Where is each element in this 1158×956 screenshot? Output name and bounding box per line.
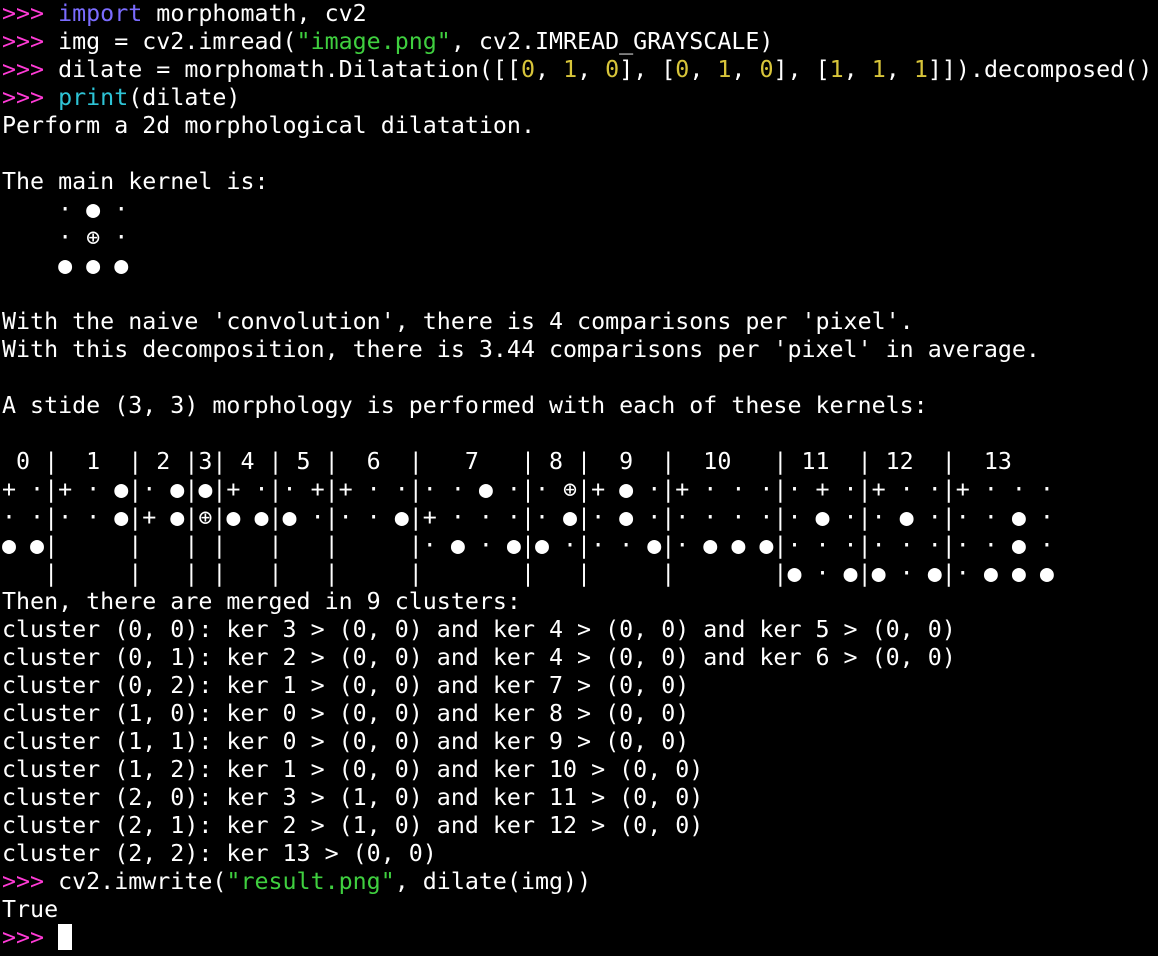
command-line-imread: >>> img = cv2.imread("image.png", cv2.IM… xyxy=(2,28,773,56)
output-naive-comparisons: With the naive 'convolution', there is 4… xyxy=(2,308,914,335)
string-literal: "result.png" xyxy=(226,868,395,895)
command-text: (dilate) xyxy=(128,84,241,111)
kernel-table-row: ● ●| | | | | | |· ● · ●|● ·|· · ●|· ● ● … xyxy=(2,532,1054,559)
prompt: >>> xyxy=(2,924,45,951)
separator: , xyxy=(885,56,914,83)
number-literal: 0 xyxy=(759,56,774,83)
cluster-line: cluster (1, 2): ker 1 > (0, 0) and ker 1… xyxy=(2,756,704,783)
output-main-kernel-heading: The main kernel is: xyxy=(2,168,269,195)
kernel-table-row: · ·|· · ●|+ ●|⊕|● ●|● ·|· · ●|+ · · ·|· … xyxy=(2,504,1054,531)
cluster-line: cluster (0, 2): ker 1 > (0, 0) and ker 7… xyxy=(2,672,690,699)
separator: , xyxy=(577,56,606,83)
string-literal: "image.png" xyxy=(296,28,451,55)
command-text: morphomath, cv2 xyxy=(142,0,367,27)
separator: , xyxy=(843,56,872,83)
command-line-print: >>> print(dilate) xyxy=(2,84,240,112)
number-literal: 0 xyxy=(605,56,620,83)
terminal-window[interactable]: >>> import morphomath, cv2 >>> img = cv2… xyxy=(0,0,1158,956)
cluster-line: cluster (2, 1): ker 2 > (1, 0) and ker 1… xyxy=(2,812,704,839)
command-text: dilate = morphomath.Dilatation([[ xyxy=(44,56,521,83)
prompt: >>> xyxy=(2,868,45,895)
input-line[interactable]: >>> xyxy=(2,924,73,952)
number-literal: 1 xyxy=(717,56,732,83)
kernel-table-row: | | | | | | | | | | |● · ●|● · ●|· ● ● ● xyxy=(2,560,1054,587)
cluster-line: cluster (0, 0): ker 3 > (0, 0) and ker 4… xyxy=(2,616,956,643)
prompt: >>> xyxy=(2,84,45,111)
main-kernel-row: · ● · xyxy=(2,196,129,223)
output-stride-heading: A stide (3, 3) morphology is performed w… xyxy=(2,392,928,419)
command-text: cv2.imwrite( xyxy=(44,868,227,895)
keyword-import: import xyxy=(58,0,143,27)
prompt: >>> xyxy=(2,0,45,27)
output-description: Perform a 2d morphological dilatation. xyxy=(2,112,535,139)
number-literal: 0 xyxy=(675,56,690,83)
builtin-print: print xyxy=(58,84,129,111)
command-line-dilate: >>> dilate = morphomath.Dilatation([[0, … xyxy=(2,56,1152,84)
number-literal: 1 xyxy=(913,56,928,83)
cluster-line: cluster (2, 0): ker 3 > (1, 0) and ker 1… xyxy=(2,784,704,811)
cluster-line: cluster (0, 1): ker 2 > (0, 0) and ker 4… xyxy=(2,644,956,671)
main-kernel-row: ● ● ● xyxy=(2,252,129,279)
command-line-import: >>> import morphomath, cv2 xyxy=(2,0,367,28)
separator: , xyxy=(535,56,564,83)
command-text: , dilate(img)) xyxy=(394,868,592,895)
command-text: , cv2.IMREAD_GRAYSCALE) xyxy=(450,28,774,55)
prompt: >>> xyxy=(2,28,45,55)
prompt: >>> xyxy=(2,56,45,83)
number-literal: 0 xyxy=(520,56,535,83)
separator: ], [ xyxy=(619,56,676,83)
kernel-table-row: + ·|+ · ●|· ●|●|+ ·|· +|+ · ·|· · ● ·|· … xyxy=(2,476,1054,503)
cluster-line: cluster (2, 2): ker 13 > (0, 0) xyxy=(2,840,437,867)
number-literal: 1 xyxy=(871,56,886,83)
command-line-imwrite: >>> cv2.imwrite("result.png", dilate(img… xyxy=(2,868,591,896)
cluster-line: cluster (1, 1): ker 0 > (0, 0) and ker 9… xyxy=(2,728,690,755)
output-decomposition-comparisons: With this decomposition, there is 3.44 c… xyxy=(2,336,1040,363)
main-kernel-row: · ⊕ · xyxy=(2,224,129,251)
output-clusters-heading: Then, there are merged in 9 clusters: xyxy=(2,588,521,615)
command-text: ]]).decomposed() xyxy=(927,56,1153,83)
number-literal: 1 xyxy=(563,56,578,83)
separator: , xyxy=(689,56,718,83)
cluster-line: cluster (1, 0): ker 0 > (0, 0) and ker 8… xyxy=(2,700,690,727)
separator: ], [ xyxy=(773,56,830,83)
command-text: img = cv2.imread( xyxy=(44,28,297,55)
output-result: True xyxy=(2,896,59,923)
text-cursor[interactable] xyxy=(58,924,73,950)
separator: , xyxy=(731,56,760,83)
kernel-table-header: 0 | 1 | 2 |3| 4 | 5 | 6 | 7 | 8 | 9 | 10… xyxy=(2,448,1012,475)
number-literal: 1 xyxy=(829,56,844,83)
